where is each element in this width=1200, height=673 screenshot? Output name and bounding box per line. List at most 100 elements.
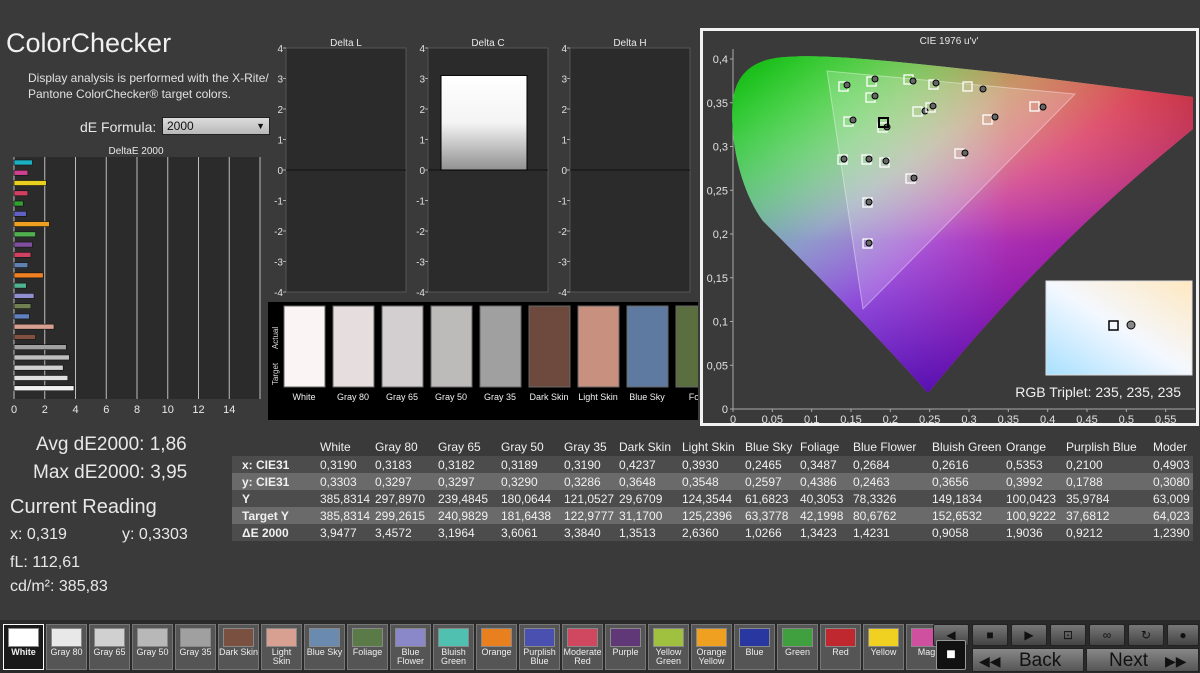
patch-tile[interactable]: Red [820, 624, 861, 670]
deltae-tick-label: 4 [72, 404, 78, 416]
cie-actual-marker [865, 239, 873, 247]
patch-tile-label: Orange Yellow [696, 647, 727, 666]
delta-bar [440, 74, 528, 171]
cie-x-tick-label: 0,1 [804, 414, 819, 423]
delta-tick-label: 4 [277, 44, 283, 55]
patch-tile[interactable]: Dark Skin [218, 624, 259, 670]
table-cell: 0,3190 [564, 456, 619, 473]
current-y: y: 0,3303 [122, 526, 188, 543]
table-cell: 0,3648 [619, 473, 682, 490]
patch-tile[interactable]: Bluish Green [433, 624, 474, 670]
stop-button[interactable]: ■ [972, 624, 1008, 646]
cie-x-tick-label: 0,55 [1155, 414, 1176, 423]
settings-icon: ● [1179, 628, 1187, 642]
patch-tile-label: Foliage [352, 647, 383, 657]
cie-x-tick-label: 0 [730, 414, 736, 423]
rgb-triplet: RGB Triplet: 235, 235, 235 [1015, 384, 1181, 400]
table-cell: 42,1998 [800, 507, 853, 524]
patch-tile-label: Blue Sky [306, 647, 343, 657]
cie-actual-marker [849, 116, 857, 124]
deltae-tick-label: 6 [103, 404, 109, 416]
deltae-bar [13, 364, 64, 371]
delta-c-chart: Delta C 4 3 2 1 0 -1 -2 -3 -4 [416, 38, 549, 298]
patch-tile[interactable]: Gray 80 [46, 624, 87, 670]
delta-tick-label: -2 [558, 227, 567, 238]
patch-tile[interactable]: Gray 65 [89, 624, 130, 670]
patch-tile[interactable]: Foliage [347, 624, 388, 670]
table-cell: 0,3487 [800, 456, 853, 473]
table-cell: 0,3286 [564, 473, 619, 490]
back-button[interactable]: ◀◀ Back [972, 648, 1084, 672]
deltae-bar [13, 241, 33, 248]
swatch-patch [528, 305, 571, 388]
patch-tile-swatch [567, 628, 598, 647]
play-button[interactable]: ▶ [1011, 624, 1047, 646]
table-cell: 1,3423 [800, 524, 853, 541]
deltae-bar [13, 200, 24, 207]
cie-title: CIE 1976 u'v' [920, 36, 979, 47]
loop-button[interactable]: ∞ [1089, 624, 1125, 646]
cie-x-tick-label: 0,2 [883, 414, 898, 423]
patch-tile-label: Gray 50 [136, 647, 169, 657]
patch-tile[interactable]: Orange [476, 624, 517, 670]
patch-tile[interactable]: Light Skin [261, 624, 302, 670]
patch-tile-label: White [11, 647, 36, 657]
patch-tile[interactable]: Blue Flower [390, 624, 431, 670]
formula-select[interactable]: 2000 ▼ [162, 117, 270, 135]
table-row: y: CIE31 0,3303 0,3297 0,3297 0,3290 0,3286 0,… [232, 473, 1193, 490]
table-header-row: White Gray 80 Gray 65 Gray 50 Gray 35 Dark Sk… [232, 438, 1193, 456]
patch-tile-label: Purplish Blue [523, 647, 556, 666]
max-de: Max dE2000: 3,95 [33, 462, 188, 483]
table-cell: 125,2396 [682, 507, 745, 524]
table-cell: 122,9777 [564, 507, 619, 524]
table-cell: 0,3183 [375, 456, 438, 473]
cie-x-tick-label: 0,3 [961, 414, 976, 423]
cie-x-tick-label: 0,15 [840, 414, 861, 423]
patch-tile[interactable]: Gray 35 [175, 624, 216, 670]
table-cell: 61,6823 [745, 490, 800, 507]
table-cell: 100,0423 [1006, 490, 1066, 507]
cie-y-tick-label: 0,4 [713, 54, 728, 66]
stop-large-button[interactable]: ■ [936, 640, 966, 670]
cie-x-tick-label: 0,4 [1040, 414, 1055, 423]
table-row: Target Y 385,8314 299,2615 240,9829 181,6438… [232, 507, 1193, 524]
patch-tile[interactable]: Purplish Blue [519, 624, 560, 670]
patch-tile[interactable]: Yellow [863, 624, 904, 670]
table-cell: 0,3080 [1153, 473, 1193, 490]
patch-tile[interactable]: Gray 50 [132, 624, 173, 670]
cie-actual-marker [1039, 103, 1047, 111]
patch-tile[interactable]: White [3, 624, 44, 670]
table-cell: 121,0527 [564, 490, 619, 507]
table-cell: 1,3513 [619, 524, 682, 541]
table-cell: 0,1788 [1066, 473, 1153, 490]
deltae-bar [13, 180, 47, 186]
patch-tile[interactable]: Blue Sky [304, 624, 345, 670]
refresh-button[interactable]: ↻ [1128, 624, 1164, 646]
table-header-cell [232, 438, 320, 456]
table-row: Y 385,8314 297,8970 239,4845 180,0644 121,052… [232, 490, 1193, 507]
table-row-label: y: CIE31 [232, 473, 320, 490]
table-cell: 100,9222 [1006, 507, 1066, 524]
table-cell: 0,3189 [501, 456, 564, 473]
cie-actual-marker [910, 174, 918, 182]
patch-tile[interactable]: Yellow Green [648, 624, 689, 670]
avg-de: Avg dE2000: 1,86 [36, 434, 187, 455]
cie-chart-frame: CIE 1976 u'v' 0,4 0,35 0,3 0,25 0,2 0,15 0,1 0,… [700, 28, 1199, 426]
patch-tile[interactable]: Moderate Red [562, 624, 603, 670]
patch-tile[interactable]: Orange Yellow [691, 624, 732, 670]
next-button[interactable]: Next ▶▶ [1086, 648, 1199, 672]
table-cell: 124,3544 [682, 490, 745, 507]
cie-y-tick-label: 0,2 [713, 229, 728, 241]
delta-tick-label: 2 [277, 105, 283, 116]
patch-tile-swatch [825, 628, 856, 647]
patch-tile[interactable]: Blue [734, 624, 775, 670]
patch-tile[interactable]: Purple [605, 624, 646, 670]
table-cell: 0,2463 [853, 473, 932, 490]
delta-tick-label: 3 [561, 75, 567, 86]
refresh-icon: ↻ [1140, 628, 1152, 642]
settings-button[interactable]: ● [1167, 624, 1199, 646]
table-cell: 299,2615 [375, 507, 438, 524]
patch-tile[interactable]: Green [777, 624, 818, 670]
delta-tick-label: 3 [419, 75, 425, 86]
hold-button[interactable]: ⊡ [1050, 624, 1086, 646]
